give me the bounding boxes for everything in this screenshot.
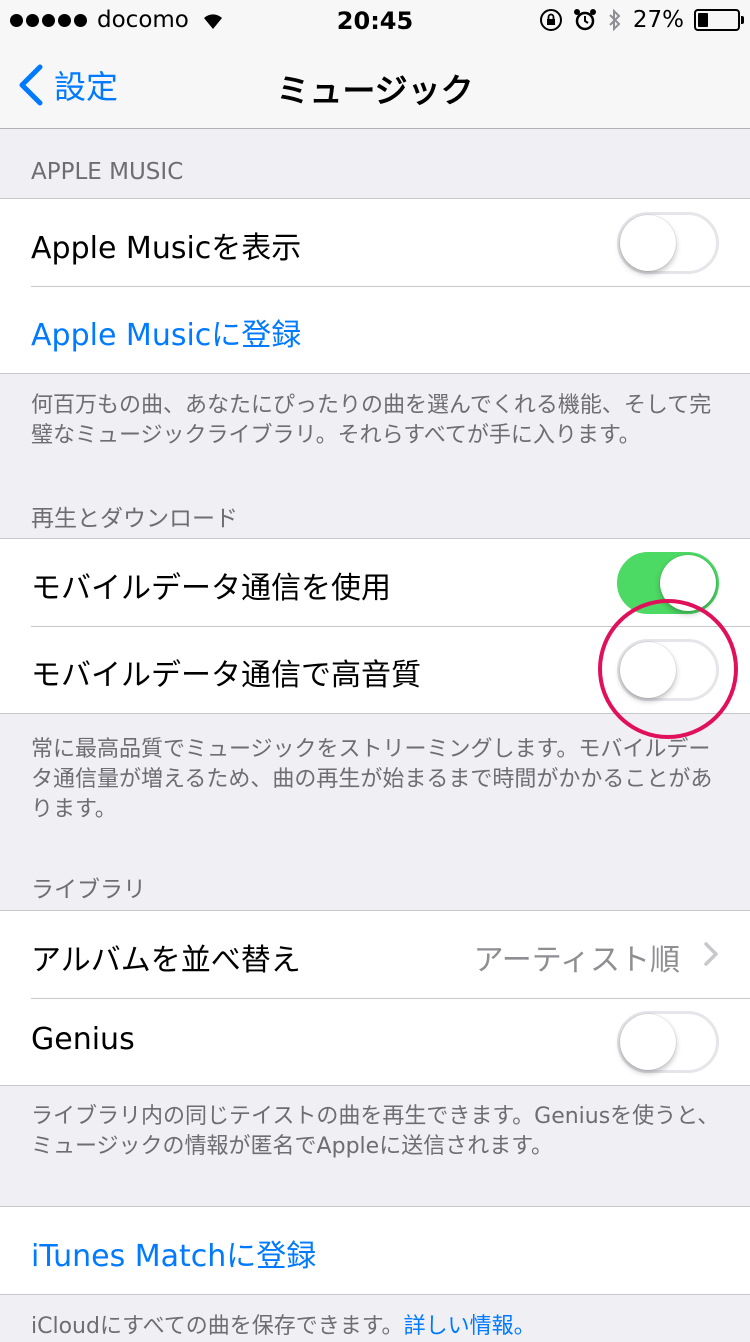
- page-title: ミュージック: [276, 71, 474, 110]
- section-header-library: ライブラリ: [31, 877, 146, 903]
- group-playback: モバイルデータ通信を使用 モバイルデータ通信で高音質: [0, 538, 750, 714]
- itunes-match-link[interactable]: iTunes Matchに登録: [31, 1231, 316, 1275]
- subscribe-apple-music-link[interactable]: Apple Musicに登録: [31, 310, 301, 354]
- alarm-icon: [573, 9, 596, 31]
- group-library: アルバムを並べ替え アーティスト順 Genius: [0, 910, 750, 1086]
- sort-albums-value: アーティスト順: [473, 943, 680, 978]
- status-right: 27%: [539, 7, 744, 33]
- battery-percent: 27%: [632, 7, 684, 33]
- use-cellular-toggle[interactable]: [617, 552, 719, 614]
- navigation-bar: 設定 ミュージック: [0, 40, 750, 129]
- high-quality-cellular-label: モバイルデータ通信で高音質: [31, 658, 421, 693]
- learn-more-link[interactable]: 詳しい情報。: [404, 1314, 536, 1339]
- genius-toggle[interactable]: [617, 1011, 719, 1073]
- genius-label: Genius: [31, 1022, 135, 1057]
- library-footer: ライブラリ内の同じテイストの曲を再生できます。Geniusを使うと、ミュージック…: [31, 1104, 720, 1159]
- battery-icon: [694, 9, 744, 31]
- row-show-apple-music: Apple Musicを表示: [0, 199, 750, 286]
- section-header-playback: 再生とダウンロード: [31, 506, 238, 532]
- sort-albums-label: アルバムを並べ替え: [31, 943, 301, 978]
- row-itunes-match[interactable]: iTunes Matchに登録: [0, 1207, 750, 1294]
- apple-music-footer: 何百万もの曲、あなたにぴったりの曲を選んでくれる機能、そして完璧なミュージックラ…: [31, 393, 712, 448]
- show-apple-music-toggle[interactable]: [617, 212, 719, 274]
- battery-fill: [698, 13, 708, 27]
- row-sort-albums[interactable]: アルバムを並べ替え アーティスト順: [0, 911, 750, 998]
- chevron-right-icon: [704, 942, 718, 966]
- rotation-lock-icon: [539, 9, 562, 31]
- status-bar: docomo 20:45 27%: [0, 0, 750, 40]
- itunes-match-footer: iCloudにすべての曲を保存できます。詳しい情報。: [31, 1312, 721, 1342]
- playback-footer: 常に最高品質でミュージックをストリーミングします。モバイルデータ通信量が増えるた…: [31, 737, 713, 822]
- itunes-match-footer-text: iCloudにすべての曲を保存できます。: [31, 1314, 404, 1339]
- group-itunes-match: iTunes Matchに登録: [0, 1206, 750, 1295]
- high-quality-cellular-toggle[interactable]: [617, 639, 719, 701]
- row-use-cellular: モバイルデータ通信を使用: [0, 539, 750, 626]
- row-subscribe-apple-music[interactable]: Apple Musicに登録: [0, 286, 750, 373]
- bluetooth-icon: [609, 8, 621, 32]
- section-header-apple-music: APPLE MUSIC: [31, 159, 184, 185]
- use-cellular-label: モバイルデータ通信を使用: [31, 571, 391, 606]
- group-apple-music: Apple Musicを表示 Apple Musicに登録: [0, 198, 750, 374]
- row-high-quality-cellular: モバイルデータ通信で高音質: [0, 626, 750, 713]
- row-genius: Genius: [0, 998, 750, 1085]
- show-apple-music-label: Apple Musicを表示: [31, 231, 302, 266]
